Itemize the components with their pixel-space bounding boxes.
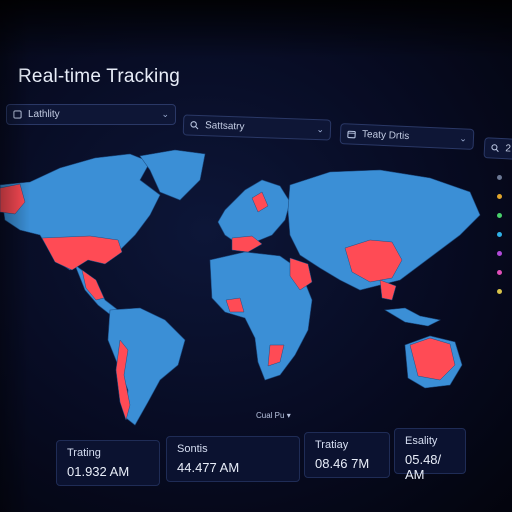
- stat-card-3: Tratiay 08.46 7M: [304, 432, 390, 478]
- legend-dot: [497, 270, 502, 275]
- legend-dot: [497, 213, 502, 218]
- page-title: Real-time Tracking: [18, 66, 180, 87]
- stat-label: Esality: [405, 435, 438, 447]
- legend-dot: [497, 175, 502, 180]
- filter-dropdown-2[interactable]: Sattsatry ⌄: [182, 114, 332, 141]
- stat-value: 01.932 AM: [67, 464, 130, 479]
- legend-dot: [497, 289, 502, 294]
- chevron-down-icon: ⌄: [161, 109, 169, 119]
- stat-card-2: Sontis 44.477 AM: [166, 436, 300, 482]
- filter-label-2: Sattsatry: [204, 120, 245, 133]
- stat-label: Tratiay: [315, 439, 349, 451]
- stat-label: Sontis: [177, 443, 208, 455]
- filter-icon: [13, 110, 22, 119]
- search-icon: [190, 121, 199, 130]
- map-legend: [497, 175, 511, 308]
- stat-value: 08.46 7M: [315, 456, 370, 471]
- legend-dot: [497, 194, 502, 199]
- legend-dot: [497, 232, 502, 237]
- stat-value: 44.477 AM: [177, 460, 240, 475]
- stat-card-4: Esality 05.48/ AM: [394, 428, 466, 482]
- filter-label-4: 2: [505, 143, 512, 155]
- legend-dot: [497, 251, 502, 256]
- stat-card-1: Trating 01.932 AM: [56, 440, 160, 486]
- map-land: [0, 149, 481, 426]
- stat-value: 05.48/ AM: [405, 452, 442, 482]
- caret-down-icon: ▾: [286, 411, 291, 420]
- map-layer-label: Cual Pu: [256, 411, 285, 420]
- world-map[interactable]: [0, 140, 500, 430]
- filter-dropdown-1[interactable]: Lathlity ⌄: [6, 104, 176, 125]
- filter-label-1: Lathlity: [28, 109, 60, 120]
- map-layer-dropdown[interactable]: Cual Pu ▾: [256, 411, 291, 420]
- stat-label: Trating: [67, 447, 101, 459]
- chevron-down-icon: ⌄: [316, 124, 325, 135]
- calendar-icon: [347, 130, 356, 139]
